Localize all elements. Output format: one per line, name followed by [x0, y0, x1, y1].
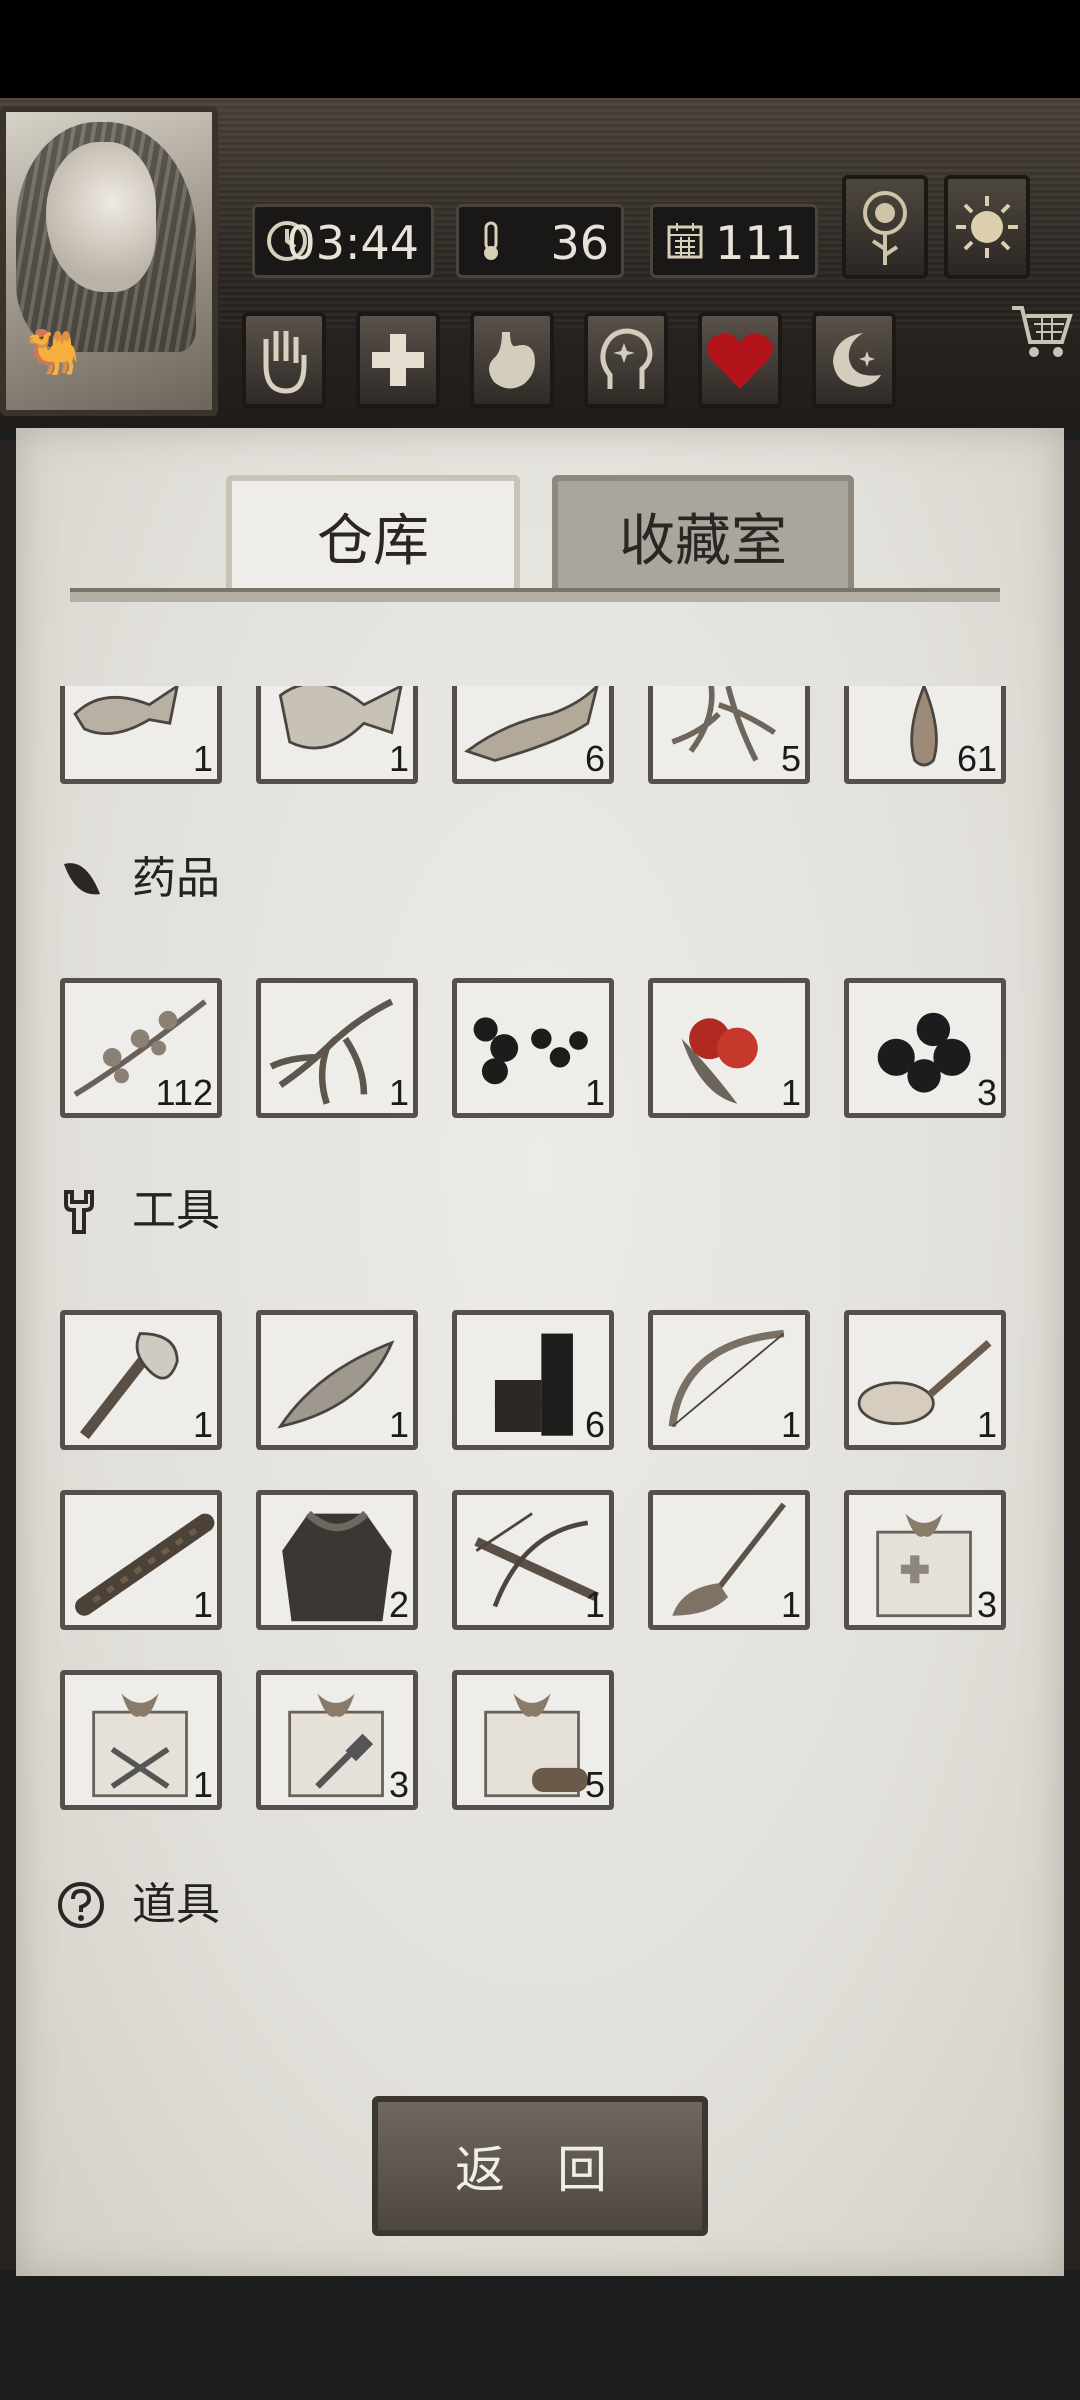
- item-quantity: 3: [976, 1072, 997, 1113]
- item-quantity: 6: [584, 1404, 605, 1445]
- inventory-slot-fish[interactable]: 1: [60, 686, 222, 784]
- back-button[interactable]: 返 回: [372, 2096, 708, 2236]
- inventory-slot-flatfish[interactable]: 1: [256, 686, 418, 784]
- sun-icon: [956, 196, 1018, 258]
- wrench-icon: [64, 1190, 94, 1234]
- item-quantity: 1: [192, 1584, 213, 1625]
- inventory-slot-wooden-spoon[interactable]: 1: [844, 1310, 1006, 1450]
- item-quantity: 1: [192, 1764, 213, 1805]
- item-quantity: 1: [192, 738, 213, 779]
- heart-icon: [707, 333, 773, 389]
- inventory-slot-dark-berries[interactable]: 3: [844, 978, 1006, 1118]
- inventory-slot-fur-coat[interactable]: 2: [256, 1490, 418, 1630]
- mind-icon: [600, 328, 653, 389]
- item-quantity: 1: [584, 1072, 605, 1113]
- item-quantity: 3: [976, 1584, 997, 1625]
- inventory-slot-root[interactable]: 5: [648, 686, 810, 784]
- stomach-icon: [489, 332, 535, 389]
- cross-icon: [372, 334, 424, 386]
- item-quantity: 1: [976, 1404, 997, 1445]
- section-title-props: 道具: [132, 1879, 220, 1930]
- tab-collection[interactable]: 收藏室: [552, 475, 854, 591]
- camel-icon: 🐫: [25, 327, 81, 378]
- time-display: 03:44: [252, 204, 434, 278]
- sunflower-button[interactable]: [842, 175, 928, 279]
- calendar-icon: [667, 223, 703, 259]
- inventory-slot-ginseng[interactable]: 1: [256, 978, 418, 1118]
- section-title-tools: 工具: [132, 1185, 220, 1236]
- item-quantity: 3: [388, 1764, 409, 1805]
- inventory-slot-eel-fish[interactable]: 6: [452, 686, 614, 784]
- days-value: 111: [715, 216, 803, 270]
- item-quantity: 6: [584, 738, 605, 779]
- inventory-slot-stone-axe[interactable]: 1: [60, 1310, 222, 1450]
- leaf-icon: [64, 863, 100, 895]
- inventory-slot-broom[interactable]: 1: [648, 1490, 810, 1630]
- item-quantity: 1: [780, 1404, 801, 1445]
- inventory-slot-crossbow[interactable]: 1: [452, 1490, 614, 1630]
- item-quantity: 61: [956, 738, 997, 779]
- item-quantity: 2: [388, 1584, 409, 1625]
- section-title-medicine: 药品: [132, 853, 220, 904]
- tab-underline: [70, 588, 1000, 602]
- item-quantity: 1: [388, 738, 409, 779]
- health-status-button[interactable]: [356, 312, 440, 408]
- hand-icon: [263, 331, 307, 394]
- question-icon: [58, 1882, 104, 1928]
- temperature-display: 36: [456, 204, 624, 278]
- days-display: 111: [650, 204, 818, 278]
- inventory-slot-tool-gift-box[interactable]: 1: [60, 1670, 222, 1810]
- character-portrait[interactable]: 🐫: [0, 106, 218, 416]
- portrait-face: [46, 142, 156, 292]
- inventory-slot-drop[interactable]: 61: [844, 686, 1006, 784]
- hand-status-button[interactable]: [242, 312, 326, 408]
- mind-status-button[interactable]: [584, 312, 668, 408]
- sunflower-icon: [863, 191, 907, 265]
- inventory-scroll-area[interactable]: 1 1 6 5 61 药品 112 1 1 1 3 工具 1 1 6 1 1 1…: [16, 686, 1064, 2166]
- item-quantity: 1: [780, 1584, 801, 1625]
- inventory-slot-bow[interactable]: 1: [648, 1310, 810, 1450]
- item-quantity: 1: [192, 1404, 213, 1445]
- item-quantity: 1: [780, 1072, 801, 1113]
- moon-icon: [833, 333, 881, 387]
- item-quantity: 5: [584, 1764, 605, 1805]
- cart-icon[interactable]: [1010, 302, 1074, 362]
- inventory-slot-herb-branch[interactable]: 112: [60, 978, 222, 1118]
- status-bar: [0, 0, 1080, 98]
- item-quantity: 112: [155, 1072, 213, 1113]
- inventory-slot-medical-gift-box[interactable]: 3: [844, 1490, 1006, 1630]
- hunger-status-button[interactable]: [470, 312, 554, 408]
- item-quantity: 1: [388, 1404, 409, 1445]
- inventory-slot-torch[interactable]: 1: [60, 1490, 222, 1630]
- inventory-slot-red-berries[interactable]: 1: [648, 978, 810, 1118]
- panel-edge-right: [1062, 440, 1080, 2270]
- weather-button[interactable]: [944, 175, 1030, 279]
- thermometer-icon: [484, 221, 498, 260]
- heart-status-button[interactable]: [698, 312, 782, 408]
- inventory-slot-wood-gift-box[interactable]: 5: [452, 1670, 614, 1810]
- inventory-slot-black-pills[interactable]: 1: [452, 978, 614, 1118]
- item-quantity: 1: [584, 1584, 605, 1625]
- sleep-status-button[interactable]: [812, 312, 896, 408]
- inventory-slot-hammer-gift-box[interactable]: 3: [256, 1670, 418, 1810]
- item-quantity: 1: [388, 1072, 409, 1113]
- inventory-slot-firecracker[interactable]: 6: [452, 1310, 614, 1450]
- inventory-slot-stone-blade[interactable]: 1: [256, 1310, 418, 1450]
- tab-warehouse[interactable]: 仓库: [226, 475, 520, 591]
- item-quantity: 5: [780, 738, 801, 779]
- temperature-value: 36: [550, 216, 609, 270]
- time-value: 03:44: [286, 216, 419, 270]
